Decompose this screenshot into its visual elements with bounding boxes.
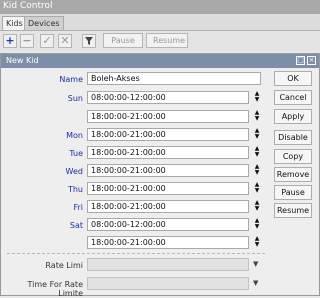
remove-button[interactable]: Remove bbox=[274, 167, 312, 182]
dialog-title: New Kid bbox=[6, 56, 39, 65]
day-label: Thu bbox=[67, 185, 83, 194]
spinner-icon[interactable]: ▲ ▼ bbox=[253, 200, 261, 213]
rate-limit-label: Rate Limi bbox=[45, 261, 83, 270]
dropdown-arrow-icon[interactable]: ▼ bbox=[253, 279, 258, 287]
day-label: Sat bbox=[69, 221, 83, 230]
tab-kids[interactable]: Kids bbox=[2, 16, 27, 30]
minus-icon[interactable]: − bbox=[20, 34, 34, 48]
ok-button[interactable]: OK bbox=[274, 71, 312, 86]
name-field[interactable]: Boleh-Akses bbox=[87, 72, 261, 85]
disable-button[interactable]: Disable bbox=[274, 130, 312, 145]
spinner-icon[interactable]: ▲ ▼ bbox=[253, 91, 261, 104]
pause-button[interactable]: Pause bbox=[274, 185, 312, 200]
close-icon[interactable]: × bbox=[307, 56, 316, 65]
spinner-icon[interactable]: ▲ ▼ bbox=[253, 146, 261, 159]
day-label: Fri bbox=[73, 203, 83, 212]
new-kid-dialog: New Kid □ × Name Boleh-Akses Sun 08:00:00… bbox=[0, 53, 320, 298]
day-label: Mon bbox=[66, 131, 83, 140]
time-for-rate-limit-field[interactable] bbox=[87, 277, 249, 290]
day-label: Wed bbox=[65, 167, 83, 176]
pause-button[interactable]: Pause bbox=[103, 33, 143, 48]
tab-bar: Kids Devices bbox=[0, 14, 320, 31]
dropdown-arrow-icon[interactable]: ▼ bbox=[253, 260, 258, 268]
maximize-icon[interactable]: □ bbox=[296, 56, 305, 65]
spinner-icon[interactable]: ▲ ▼ bbox=[253, 236, 261, 249]
spinner-icon[interactable]: ▲ ▼ bbox=[253, 128, 261, 141]
name-label: Name bbox=[59, 75, 83, 84]
time-range-field[interactable]: 18:00:00-21:00:00 bbox=[87, 164, 249, 177]
plus-icon[interactable]: + bbox=[3, 34, 17, 48]
day-label: Tue bbox=[69, 149, 83, 158]
window-title: Kid Control bbox=[3, 1, 53, 11]
resume-button[interactable]: Resume bbox=[146, 33, 188, 48]
spinner-icon[interactable]: ▲ ▼ bbox=[253, 182, 261, 195]
spinner-icon[interactable]: ▲ ▼ bbox=[253, 218, 261, 231]
time-range-field[interactable]: 18:00:00-21:00:00 bbox=[87, 128, 249, 141]
filter-icon[interactable] bbox=[82, 34, 96, 48]
time-range-field[interactable]: 08:00:00-12:00:00 bbox=[87, 218, 249, 231]
day-label: Sun bbox=[67, 94, 83, 103]
time-range-field[interactable]: 18:00:00-21:00:00 bbox=[87, 182, 249, 195]
apply-button[interactable]: Apply bbox=[274, 109, 312, 124]
spinner-icon[interactable]: ▲ ▼ bbox=[253, 110, 261, 123]
toolbar: + − ✓ ✕ Pause Resume bbox=[0, 31, 320, 51]
resume-button[interactable]: Resume bbox=[274, 203, 312, 218]
cancel-button[interactable]: Cancel bbox=[274, 90, 312, 105]
copy-button[interactable]: Copy bbox=[274, 149, 312, 164]
separator bbox=[7, 253, 265, 254]
time-range-field[interactable]: 18:00:00-21:00:00 bbox=[87, 236, 249, 249]
dialog-titlebar: New Kid □ × bbox=[1, 54, 319, 68]
time-for-rate-limit-label: Time For Rate Limite bbox=[27, 280, 83, 298]
spinner-icon[interactable]: ▲ ▼ bbox=[253, 164, 261, 177]
window-titlebar: Kid Control bbox=[0, 0, 320, 14]
rate-limit-field[interactable] bbox=[87, 258, 249, 271]
time-range-field[interactable]: 18:00:00-21:00:00 bbox=[87, 146, 249, 159]
time-range-field[interactable]: 18:00:00-21:00:00 bbox=[87, 110, 249, 123]
cross-icon[interactable]: ✕ bbox=[58, 34, 72, 48]
time-range-field[interactable]: 18:00:00-21:00:00 bbox=[87, 200, 249, 213]
time-range-field[interactable]: 08:00:00-12:00:00 bbox=[87, 91, 249, 104]
tab-devices[interactable]: Devices bbox=[24, 16, 64, 30]
check-icon[interactable]: ✓ bbox=[40, 34, 54, 48]
